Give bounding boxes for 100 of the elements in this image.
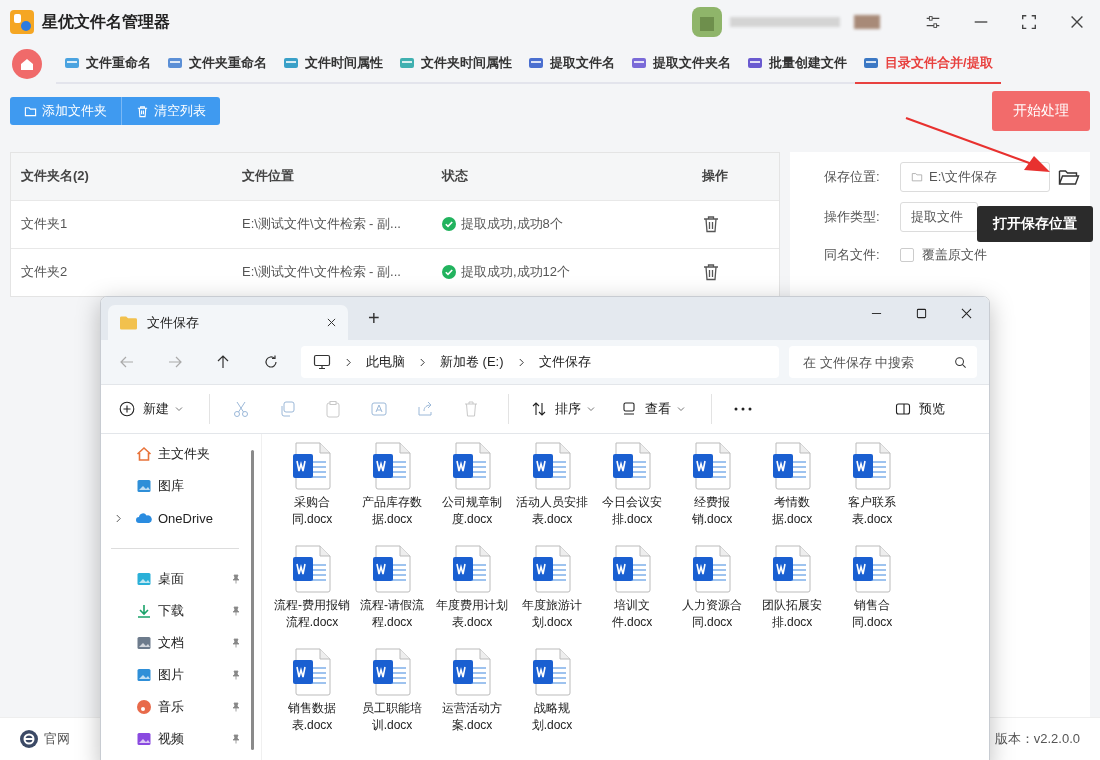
- file-name[interactable]: 战略规划.docx: [514, 700, 590, 734]
- breadcrumb-item[interactable]: 新加卷 (E:): [440, 353, 504, 371]
- delete-icon[interactable]: [702, 263, 720, 281]
- file-name[interactable]: 团队拓展安排.docx: [754, 597, 830, 631]
- pin-icon: [231, 638, 241, 648]
- nav-item[interactable]: OneDrive: [158, 510, 245, 526]
- word-document-icon[interactable]: [372, 545, 412, 593]
- nav-item[interactable]: 图库: [158, 477, 245, 495]
- file-name[interactable]: 考情数据.docx: [754, 494, 830, 528]
- file-name[interactable]: 经费报销.docx: [674, 494, 750, 528]
- video-icon: [136, 731, 152, 747]
- file-name[interactable]: 采购合同.docx: [274, 494, 350, 528]
- pin-icon: [231, 606, 241, 616]
- address-bar[interactable]: 此电脑 新加卷 (E:) 文件保存: [301, 346, 779, 378]
- tab[interactable]: 文件夹重命名: [159, 44, 275, 85]
- refresh-icon[interactable]: [263, 354, 279, 370]
- word-document-icon[interactable]: [452, 545, 492, 593]
- tab[interactable]: 文件时间属性: [275, 44, 391, 85]
- word-document-icon[interactable]: [612, 442, 652, 490]
- file-name[interactable]: 流程-费用报销流程.docx: [274, 597, 350, 631]
- word-document-icon[interactable]: [372, 442, 412, 490]
- word-document-icon[interactable]: [692, 545, 732, 593]
- table-cell: 提取成功,成功8个: [461, 215, 563, 233]
- file-name[interactable]: 销售数据表.docx: [274, 700, 350, 734]
- word-document-icon[interactable]: [452, 648, 492, 696]
- word-document-icon[interactable]: [772, 545, 812, 593]
- tab[interactable]: 批量创建文件: [739, 44, 855, 85]
- field-label: 操作类型:: [824, 207, 881, 226]
- file-name[interactable]: 年度费用计划表.docx: [434, 597, 510, 631]
- nav-item[interactable]: 视频: [158, 730, 225, 748]
- up-icon[interactable]: [215, 354, 231, 370]
- file-name[interactable]: 客户联系表.docx: [834, 494, 910, 528]
- nav-item[interactable]: 主文件夹: [158, 445, 245, 463]
- close-icon[interactable]: [961, 308, 972, 319]
- delete-icon[interactable]: [702, 215, 720, 233]
- preview-button[interactable]: 预览: [895, 396, 945, 422]
- file-name[interactable]: 人力资源合同.docx: [674, 597, 750, 631]
- sort-button[interactable]: 排序: [531, 396, 595, 422]
- word-document-icon[interactable]: [692, 442, 732, 490]
- word-document-icon[interactable]: [772, 442, 812, 490]
- word-document-icon[interactable]: [532, 648, 572, 696]
- file-name[interactable]: 产品库存数据.docx: [354, 494, 430, 528]
- search-field[interactable]: 在 文件保存 中搜索: [789, 346, 977, 378]
- table-cell-text: E:\测试文件\文件检索 - 副...: [242, 215, 402, 233]
- file-name[interactable]: 年度旅游计划.docx: [514, 597, 590, 631]
- file-name[interactable]: 运营活动方案.docx: [434, 700, 510, 734]
- caret-icon: [175, 406, 183, 412]
- maximize-icon[interactable]: [1020, 13, 1038, 32]
- breadcrumb-item[interactable]: 文件保存: [538, 353, 591, 371]
- checkbox-label: 覆盖原文件: [922, 245, 987, 264]
- word-document-icon[interactable]: [292, 648, 332, 696]
- sort-icon: [531, 401, 547, 417]
- nav-item[interactable]: 音乐: [158, 698, 225, 716]
- field-label: 同名文件:: [824, 245, 881, 264]
- breadcrumb-item[interactable]: 此电脑: [366, 353, 405, 371]
- word-document-icon[interactable]: [852, 545, 892, 593]
- file-name[interactable]: 培训文件.docx: [594, 597, 670, 631]
- word-document-icon[interactable]: [452, 442, 492, 490]
- chevron-icon: [419, 356, 426, 368]
- file-name[interactable]: 流程-请假流程.docx: [354, 597, 430, 631]
- pin-icon: [231, 734, 241, 744]
- close-icon[interactable]: [327, 318, 336, 327]
- checkbox[interactable]: [900, 247, 914, 262]
- column-header: 文件夹名(2): [20, 167, 90, 185]
- file-name[interactable]: 今日会议安排.docx: [594, 494, 670, 528]
- website-link[interactable]: 官网: [44, 729, 70, 748]
- file-name[interactable]: 公司规章制度.docx: [434, 494, 510, 528]
- tab[interactable]: 文件夹时间属性: [391, 44, 520, 85]
- file-name[interactable]: 员工职能培训.docx: [354, 700, 430, 734]
- save-location-field[interactable]: E:\文件保存: [900, 161, 1050, 192]
- word-document-icon[interactable]: [612, 545, 652, 593]
- new-tab-button[interactable]: +: [362, 306, 386, 331]
- folder-icon: [120, 315, 137, 330]
- word-document-icon[interactable]: [292, 545, 332, 593]
- nav-item[interactable]: 文档: [158, 634, 225, 652]
- word-document-icon[interactable]: [292, 442, 332, 490]
- home-icon: [136, 446, 152, 462]
- tab[interactable]: 提取文件名: [520, 44, 623, 85]
- nav-item[interactable]: 桌面: [158, 570, 225, 588]
- new-button[interactable]: 新建: [119, 396, 183, 422]
- pin-icon: [231, 670, 241, 680]
- version-text: 版本：v2.2.0.0: [994, 729, 1080, 748]
- maximize-icon[interactable]: [916, 308, 927, 319]
- nav-item[interactable]: 下载: [158, 602, 225, 620]
- word-document-icon[interactable]: [372, 648, 412, 696]
- word-document-icon[interactable]: [532, 442, 572, 490]
- expand-icon[interactable]: [115, 512, 122, 524]
- file-name[interactable]: 活动人员安排表.docx: [514, 494, 590, 528]
- word-document-icon[interactable]: [532, 545, 572, 593]
- more-icon[interactable]: [734, 407, 752, 411]
- word-document-icon[interactable]: [852, 442, 892, 490]
- trash-icon: [136, 104, 149, 118]
- tab[interactable]: 目录文件合并/提取: [855, 44, 1001, 85]
- home-button[interactable]: [12, 49, 42, 80]
- tab[interactable]: 提取文件夹名: [623, 44, 739, 85]
- nav-item[interactable]: 图片: [158, 666, 225, 684]
- file-name[interactable]: 销售合同.docx: [834, 597, 910, 631]
- tab[interactable]: 文件重命名: [56, 44, 159, 85]
- view-button[interactable]: 查看: [621, 396, 685, 422]
- explorer-tab[interactable]: 文件保存: [108, 305, 348, 340]
